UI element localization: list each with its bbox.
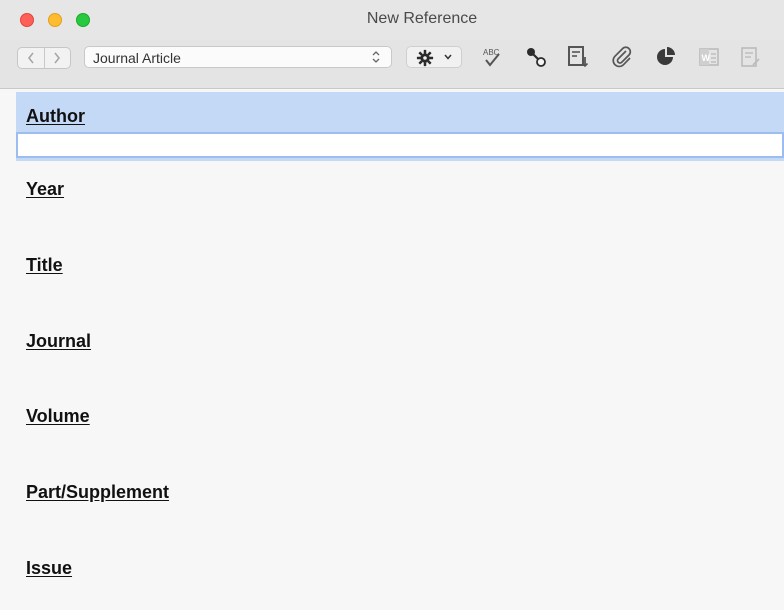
reference-type-select[interactable]: Journal Article — [84, 46, 392, 68]
field-label-author: Author — [26, 106, 85, 126]
find-fulltext-icon[interactable] — [566, 45, 590, 69]
word-icon[interactable]: W — [697, 45, 721, 69]
navigation-buttons — [17, 47, 71, 69]
window-title: New Reference — [366, 10, 478, 27]
title-bar: New Reference — [0, 0, 784, 40]
pie-chart-icon[interactable] — [654, 45, 678, 69]
reference-type-value: Journal Article — [93, 50, 181, 66]
spellcheck-icon[interactable]: ABC — [481, 45, 505, 69]
chevron-down-icon — [444, 54, 452, 60]
gear-icon — [416, 49, 434, 67]
field-label-journal: Journal — [26, 331, 92, 351]
chevron-updown-icon — [372, 51, 380, 63]
forward-icon — [54, 52, 61, 64]
author-input[interactable] — [16, 132, 784, 158]
field-label-year: Year — [26, 179, 65, 199]
field-label-volume: Volume — [26, 406, 90, 426]
field-label-issue: Issue — [26, 558, 73, 578]
link-icon[interactable] — [524, 45, 548, 69]
toolbar: Journal Article ABC W — [0, 40, 784, 89]
field-label-title: Title — [26, 255, 63, 275]
svg-text:W: W — [702, 53, 711, 63]
field-label-part-supplement: Part/Supplement — [26, 482, 170, 502]
reference-editor: Author Year Title Journal Volume Part/Su… — [0, 89, 784, 610]
field-author: Author — [16, 92, 784, 161]
back-button[interactable] — [18, 48, 44, 68]
back-icon — [27, 52, 34, 64]
settings-menu-button[interactable] — [406, 46, 462, 68]
attach-icon[interactable] — [610, 45, 634, 69]
forward-button[interactable] — [43, 48, 71, 68]
edit-icon[interactable] — [738, 45, 762, 69]
